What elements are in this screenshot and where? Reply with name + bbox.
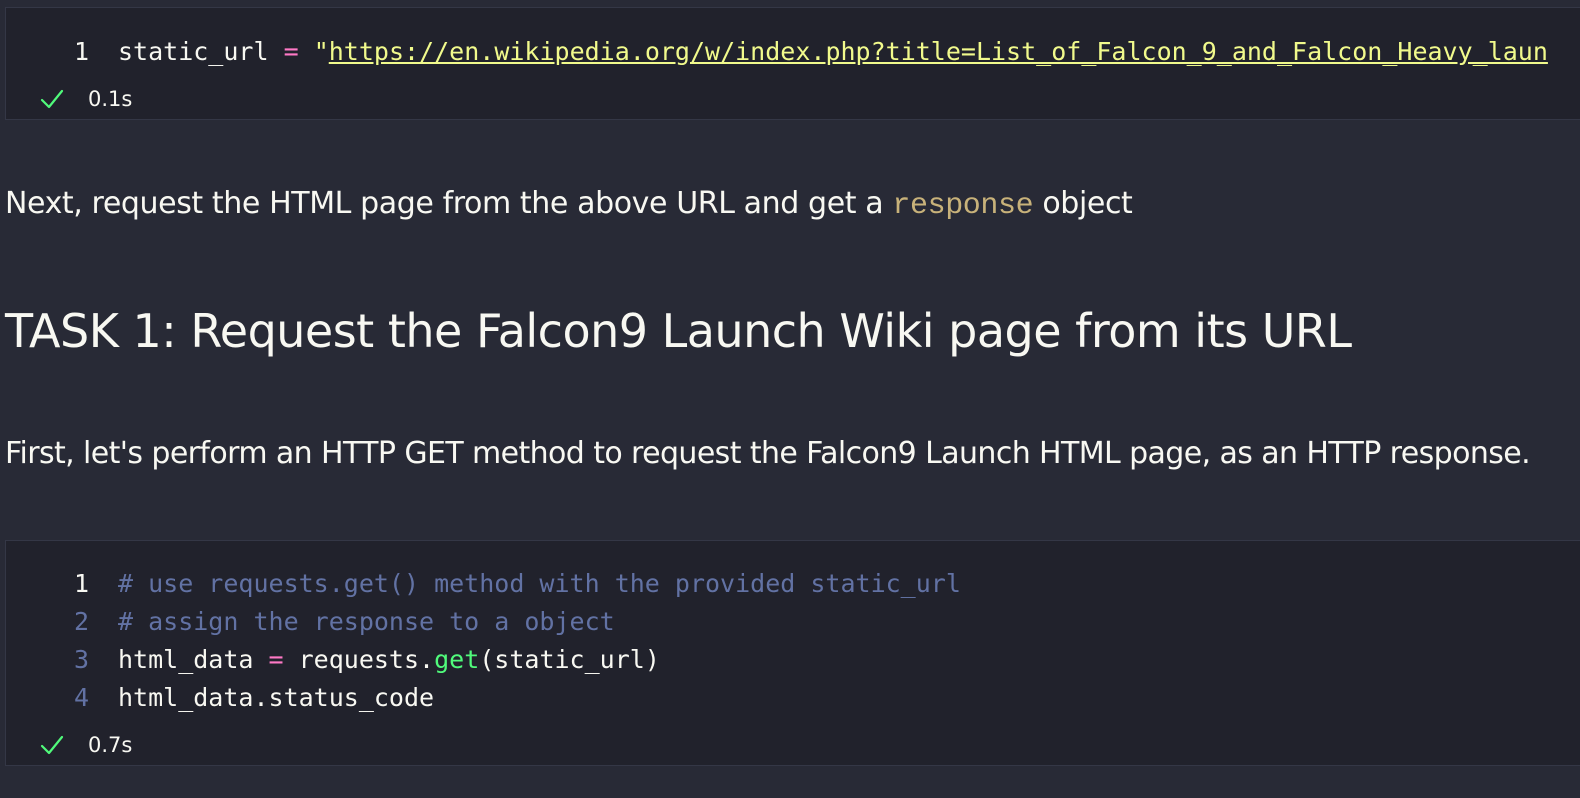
execution-status: 0.1s [39,86,132,112]
notebook-page: 1 static_url = "https://en.wikipedia.org… [0,0,1580,798]
code-line[interactable]: 1 static_url = "https://en.wikipedia.org… [6,32,1580,70]
code-token: (static_url) [479,644,660,674]
execution-status: 0.7s [39,732,132,758]
code-line-text[interactable]: html_data.status_code [89,683,434,712]
paragraph-text: object [1033,186,1133,221]
code-editor[interactable]: 1 # use requests.get() method with the p… [6,564,1580,716]
task1-heading: TASK 1: Request the Falcon9 Launch Wiki … [5,304,1352,358]
code-line[interactable]: 2 # assign the response to a object [6,602,1580,640]
code-token-comment: # use requests.get() method with the pro… [118,568,961,598]
line-number: 2 [73,606,89,636]
code-token: requests. [283,644,435,674]
check-icon [40,89,64,109]
line-number: 1 [73,568,89,598]
inline-code-response: response [892,189,1034,223]
code-line[interactable]: 1 # use requests.get() method with the p… [6,564,1580,602]
line-number: 3 [73,644,89,674]
url-link[interactable]: https://en.wikipedia.org/w/index.php?tit… [329,37,1548,66]
paragraph-text: Next, request the HTML page from the abo… [5,186,893,221]
markdown-paragraph-next: Next, request the HTML page from the abo… [5,186,1133,223]
code-token-comment: # assign the response to a object [118,606,615,636]
markdown-paragraph-first: First, let's perform an HTTP GET method … [5,436,1531,471]
line-number: 1 [73,36,89,66]
code-editor[interactable]: 1 static_url = "https://en.wikipedia.org… [6,32,1580,70]
code-line-text[interactable]: static_url = "https://en.wikipedia.org/w… [89,37,1548,66]
code-line[interactable]: 4 html_data.status_code [6,678,1580,716]
check-icon [40,735,64,755]
line-number: 4 [73,682,89,712]
code-line-text[interactable]: # assign the response to a object [89,607,615,636]
code-cell-request[interactable]: 1 # use requests.get() method with the p… [5,540,1580,766]
code-token-function: get [434,644,480,674]
code-token-operator: = [283,36,299,66]
execution-time: 0.1s [88,87,133,111]
code-token: static_url [118,36,284,66]
code-cell-static-url[interactable]: 1 static_url = "https://en.wikipedia.org… [5,7,1580,120]
execution-time: 0.7s [88,733,133,757]
code-token: html_data.status_code [118,682,435,712]
code-token-string: " [298,36,329,66]
code-line-text[interactable]: html_data = requests.get(static_url) [89,645,660,674]
code-line-text[interactable]: # use requests.get() method with the pro… [89,569,961,598]
code-line[interactable]: 3 html_data = requests.get(static_url) [6,640,1580,678]
code-token: html_data [118,644,269,674]
code-token-operator: = [268,644,284,674]
